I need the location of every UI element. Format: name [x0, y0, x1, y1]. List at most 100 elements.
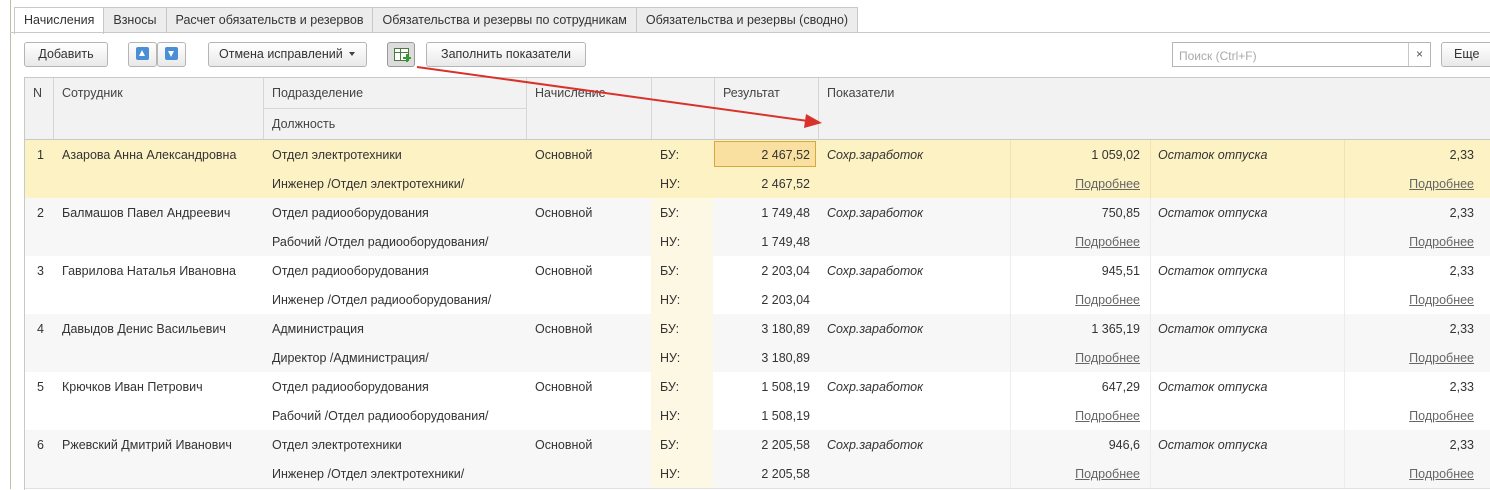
accrual-type[interactable]: Основной [535, 380, 592, 394]
indicator-1-value[interactable]: 945,51 [1010, 264, 1140, 278]
indicator-1-details-link[interactable]: Подробнее [1010, 409, 1140, 423]
indicator-1-details-link[interactable]: Подробнее [1010, 235, 1140, 249]
table-row[interactable]: 4 Давыдов Денис Васильевич Администрация Ди… [25, 314, 1490, 373]
bu-label: БУ: [660, 206, 680, 220]
result-nu[interactable]: 2 205,58 [714, 467, 810, 481]
table-row[interactable]: 1 Азарова Анна Александровна Отдел электро… [25, 140, 1490, 199]
department[interactable]: Отдел радиооборудования [272, 380, 429, 394]
header-indicators[interactable]: Показатели [827, 86, 894, 100]
department[interactable]: Отдел электротехники [272, 438, 402, 452]
result-nu[interactable]: 1 749,48 [714, 235, 810, 249]
table-row[interactable]: 6 Ржевский Дмитрий Иванович Отдел электрот… [25, 430, 1490, 489]
accrual-type[interactable]: Основной [535, 206, 592, 220]
indicator-1-value[interactable]: 750,85 [1010, 206, 1140, 220]
accrual-type[interactable]: Основной [535, 264, 592, 278]
indicator-1-details-link[interactable]: Подробнее [1010, 467, 1140, 481]
result-nu[interactable]: 3 180,89 [714, 351, 810, 365]
department[interactable]: Отдел электротехники [272, 148, 402, 162]
tab-bar: Начисления Взносы Расчет обязательств и … [14, 7, 859, 34]
department[interactable]: Отдел радиооборудования [272, 206, 429, 220]
indicator-1-value[interactable]: 946,6 [1010, 438, 1140, 452]
result-bu[interactable]: 3 180,89 [714, 322, 810, 336]
result-bu[interactable]: 1 508,19 [714, 380, 810, 394]
accrual-type[interactable]: Основной [535, 322, 592, 336]
position[interactable]: Инженер /Отдел радиооборудования/ [272, 293, 491, 307]
search-input[interactable] [1177, 46, 1409, 65]
result-bu[interactable]: 2 203,04 [714, 264, 810, 278]
position[interactable]: Инженер /Отдел электротехники/ [272, 467, 464, 481]
accrual-type[interactable]: Основной [535, 148, 592, 162]
result-bu[interactable]: 1 749,48 [714, 206, 810, 220]
result-nu[interactable]: 2 203,04 [714, 293, 810, 307]
employee-name[interactable]: Балмашов Павел Андреевич [62, 206, 230, 220]
table-row[interactable]: 5 Крючков Иван Петрович Отдел радиооборудо… [25, 372, 1490, 431]
indicator-2-value[interactable]: 2,33 [1344, 380, 1474, 394]
tab-liabilities-by-employee[interactable]: Обязательства и резервы по сотрудникам [372, 7, 637, 32]
more-button[interactable]: Еще [1441, 42, 1490, 67]
indicator-2-details-link[interactable]: Подробнее [1344, 293, 1474, 307]
fill-indicators-button[interactable]: Заполнить показатели [426, 42, 586, 67]
position[interactable]: Рабочий /Отдел радиооборудования/ [272, 235, 488, 249]
bu-label: БУ: [660, 438, 680, 452]
indicator-1-details-link[interactable]: Подробнее [1010, 177, 1140, 191]
indicator-2-value[interactable]: 2,33 [1344, 264, 1474, 278]
position[interactable]: Рабочий /Отдел радиооборудования/ [272, 409, 488, 423]
indicator-2-details-link[interactable]: Подробнее [1344, 467, 1474, 481]
position[interactable]: Директор /Администрация/ [272, 351, 429, 365]
header-department[interactable]: Подразделение [272, 86, 363, 100]
accrual-type[interactable]: Основной [535, 438, 592, 452]
header-employee[interactable]: Сотрудник [62, 86, 123, 100]
indicator-1-name: Сохр.заработок [827, 206, 924, 220]
tab-liabilities-calc[interactable]: Расчет обязательств и резервов [165, 7, 374, 32]
position[interactable]: Инженер /Отдел электротехники/ [272, 177, 464, 191]
indicator-2-name: Остаток отпуска [1158, 148, 1268, 162]
indicator-2-value[interactable]: 2,33 [1344, 438, 1474, 452]
indicator-1-details-link[interactable]: Подробнее [1010, 351, 1140, 365]
tab-accruals[interactable]: Начисления [14, 7, 105, 34]
header-accrual[interactable]: Начисление [535, 86, 606, 100]
indicator-2-details-link[interactable]: Подробнее [1344, 177, 1474, 191]
search-box: × [1172, 42, 1431, 67]
header-position[interactable]: Должность [272, 117, 335, 131]
department[interactable]: Отдел радиооборудования [272, 264, 429, 278]
tab-liabilities-summary[interactable]: Обязательства и резервы (сводно) [635, 7, 859, 32]
indicator-1-details-link[interactable]: Подробнее [1010, 293, 1140, 307]
add-button[interactable]: Добавить [24, 42, 108, 67]
indicator-1-value[interactable]: 1 365,19 [1010, 322, 1140, 336]
header-n[interactable]: N [33, 86, 42, 100]
undo-corrections-button[interactable]: Отмена исправлений [208, 42, 367, 67]
move-up-button[interactable] [128, 42, 157, 67]
clear-icon[interactable]: × [1408, 43, 1430, 66]
employee-name[interactable]: Азарова Анна Александровна [62, 148, 236, 162]
indicator-2-name: Остаток отпуска [1158, 264, 1268, 278]
indicator-2-value[interactable]: 2,33 [1344, 206, 1474, 220]
table-row[interactable]: 3 Гаврилова Наталья Ивановна Отдел радиооб… [25, 256, 1490, 315]
move-down-button[interactable] [157, 42, 186, 67]
table-row[interactable]: 2 Балмашов Павел Андреевич Отдел радиообор… [25, 198, 1490, 257]
result-nu[interactable]: 1 508,19 [714, 409, 810, 423]
add-table-button[interactable] [387, 42, 415, 67]
employee-name[interactable]: Ржевский Дмитрий Иванович [62, 438, 232, 452]
employee-name[interactable]: Гаврилова Наталья Ивановна [62, 264, 236, 278]
department[interactable]: Администрация [272, 322, 364, 336]
indicator-2-details-link[interactable]: Подробнее [1344, 409, 1474, 423]
tab-contributions[interactable]: Взносы [103, 7, 167, 32]
indicator-1-value[interactable]: 647,29 [1010, 380, 1140, 394]
indicator-2-value[interactable]: 2,33 [1344, 322, 1474, 336]
employee-name[interactable]: Крючков Иван Петрович [62, 380, 203, 394]
row-number: 3 [37, 264, 44, 278]
indicator-2-name: Остаток отпуска [1158, 380, 1268, 394]
header-result[interactable]: Результат [723, 86, 780, 100]
plus-icon [403, 54, 411, 62]
indicator-2-value[interactable]: 2,33 [1344, 148, 1474, 162]
result-bu[interactable]: 2 467,52 [714, 148, 810, 162]
nu-label: НУ: [660, 235, 681, 249]
indicator-2-details-link[interactable]: Подробнее [1344, 351, 1474, 365]
indicator-2-details-link[interactable]: Подробнее [1344, 235, 1474, 249]
nu-label: НУ: [660, 409, 681, 423]
employee-name[interactable]: Давыдов Денис Васильевич [62, 322, 226, 336]
result-bu[interactable]: 2 205,58 [714, 438, 810, 452]
row-number: 6 [37, 438, 44, 452]
indicator-1-value[interactable]: 1 059,02 [1010, 148, 1140, 162]
result-nu[interactable]: 2 467,52 [714, 177, 810, 191]
